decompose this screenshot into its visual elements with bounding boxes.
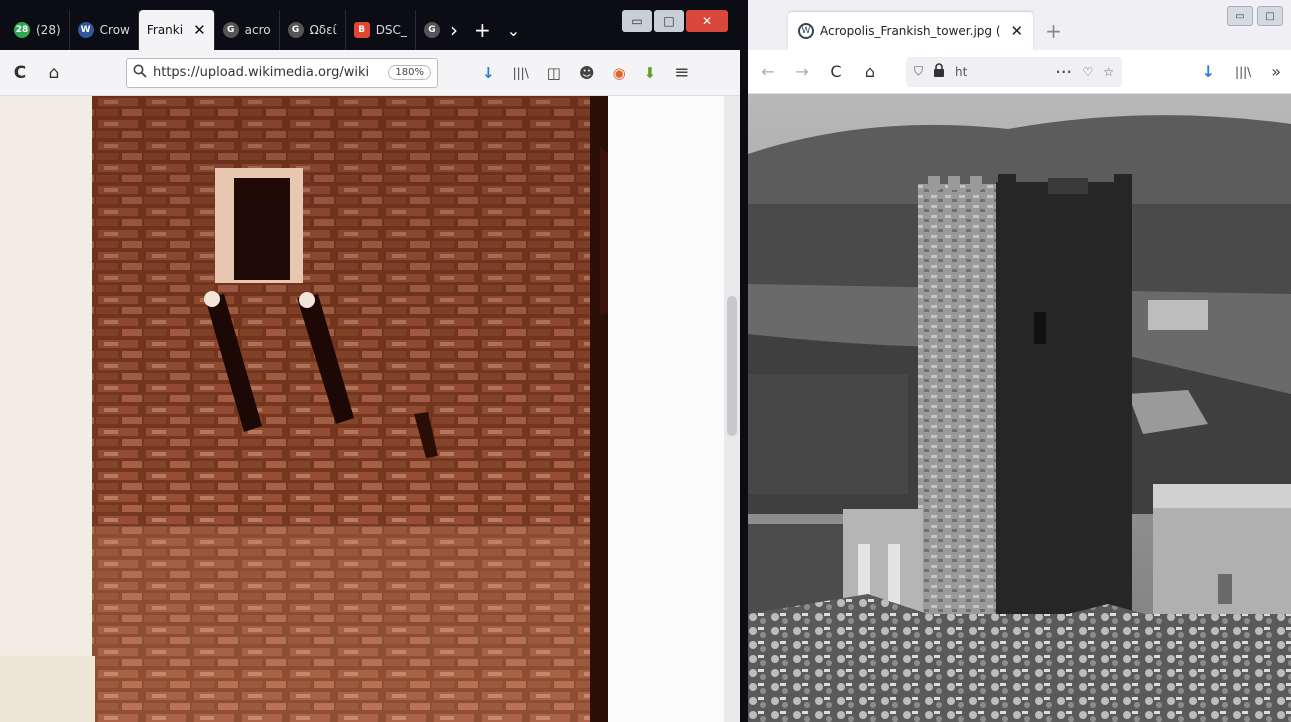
lock-icon — [933, 63, 945, 80]
tab-list-icon[interactable]: ⌄ — [499, 10, 528, 50]
screen: 28 (28) W Crow Franki ✕ G acro G Ωδεί B … — [0, 0, 1291, 722]
tracking-shield-icon[interactable]: ⛉ — [914, 64, 923, 79]
wikipedia-tab-icon: W — [77, 22, 94, 38]
sidebar-icon[interactable]: ◫ — [547, 64, 561, 82]
pocket-icon[interactable]: ♡ — [1082, 65, 1093, 79]
zoom-indicator[interactable]: 180% — [388, 65, 431, 80]
left-window-controls: ▭ □ ✕ — [622, 10, 728, 32]
tab-label: acro — [244, 23, 271, 37]
library-icon[interactable]: |||\ — [1235, 65, 1251, 79]
right-window-controls: ▭ □ — [1227, 6, 1283, 26]
url-text: ht — [955, 64, 968, 79]
tab-scroll-right-icon[interactable]: › — [442, 10, 466, 50]
bookmark-star-icon[interactable]: ☆ — [1103, 65, 1114, 79]
close-tab-icon[interactable]: ✕ — [1011, 22, 1024, 40]
bw-tower-image — [748, 94, 1291, 722]
reload-icon[interactable]: C — [826, 62, 846, 81]
tab-label: (28) — [36, 23, 61, 37]
new-tab-button[interactable]: + — [466, 10, 499, 50]
tab-label: Crow — [99, 23, 130, 37]
wikimedia-tab-icon: W — [798, 23, 814, 39]
right-nav-toolbar: ← → C ⌂ ⛉ ht ··· ♡ ☆ ↓ |||\ » — [748, 50, 1291, 94]
back-icon[interactable]: ← — [758, 62, 778, 81]
maximize-button[interactable]: □ — [1257, 6, 1283, 26]
close-window-button[interactable]: ✕ — [686, 10, 728, 32]
tab-acropolis-frankish-tower[interactable]: W Acropolis_Frankish_tower.jpg ( ✕ — [788, 12, 1034, 50]
tab-acropolis-search[interactable]: G acro — [215, 10, 280, 50]
google-tab-icon: G — [287, 22, 304, 38]
scrollbar-thumb[interactable] — [727, 296, 737, 436]
search-icon — [133, 64, 147, 82]
youtube-tab-icon: 28 — [14, 22, 30, 38]
left-toolbar-icons: ↓ |||\ ◫ ☻ ◉ ⬇ ≡ — [482, 62, 689, 83]
overflow-menu-icon[interactable]: » — [1271, 62, 1281, 81]
download-icon[interactable]: ↓ — [1202, 62, 1215, 81]
library-icon[interactable]: |||\ — [513, 66, 529, 80]
page-actions-icon[interactable]: ··· — [1056, 65, 1073, 79]
home-icon[interactable]: ⌂ — [860, 62, 880, 81]
tab-label: Franki — [146, 23, 184, 37]
google-tab-icon: G — [423, 22, 440, 38]
close-tab-icon[interactable]: ✕ — [193, 21, 206, 39]
home-icon[interactable]: ⌂ — [44, 63, 64, 83]
addon-green-download-icon[interactable]: ⬇ — [644, 64, 657, 82]
tab-youtube[interactable]: 28 (28) — [6, 10, 70, 50]
window-divider — [740, 0, 748, 722]
addon-orange-icon[interactable]: ◉ — [613, 64, 626, 82]
download-icon[interactable]: ↓ — [482, 64, 495, 82]
right-toolbar-icons: ↓ |||\ » — [1202, 62, 1281, 81]
sepia-tower-image — [0, 96, 740, 722]
right-tab-bar: W Acropolis_Frankish_tower.jpg ( ✕ + — [748, 0, 1291, 50]
google-tab-icon: G — [222, 22, 239, 38]
minimize-button[interactable]: ▭ — [1227, 6, 1253, 26]
url-text: https://upload.wikimedia.org/wiki — [153, 65, 370, 80]
left-scrollbar[interactable] — [724, 96, 740, 722]
url-bar[interactable]: ⛉ ht ··· ♡ ☆ — [906, 56, 1122, 87]
new-tab-button[interactable]: + — [1033, 12, 1074, 50]
left-nav-toolbar: C ⌂ https://upload.wikimedia.org/wiki 18… — [0, 50, 740, 96]
tab-crow[interactable]: W Crow — [70, 10, 139, 50]
right-browser-window: W Acropolis_Frankish_tower.jpg ( ✕ + ▭ □… — [748, 0, 1291, 722]
tab-overflow[interactable]: G — [416, 10, 442, 50]
blogger-tab-icon: B — [353, 22, 370, 38]
tab-dsc[interactable]: B DSC_ — [346, 10, 416, 50]
minimize-button[interactable]: ▭ — [622, 10, 652, 32]
tab-label: DSC_ — [375, 23, 407, 37]
url-bar[interactable]: https://upload.wikimedia.org/wiki 180% — [126, 57, 438, 88]
tab-frankish-active[interactable]: Franki ✕ — [138, 10, 215, 50]
account-icon[interactable]: ☻ — [579, 64, 595, 82]
forward-icon[interactable]: → — [792, 62, 812, 81]
reload-icon[interactable]: C — [10, 63, 30, 83]
tab-label: Acropolis_Frankish_tower.jpg ( — [820, 24, 1001, 38]
menu-update-icon[interactable]: ≡ — [674, 62, 689, 83]
zoomed-tower-photo — [0, 96, 740, 722]
left-browser-window: 28 (28) W Crow Franki ✕ G acro G Ωδεί B … — [0, 0, 740, 722]
acropolis-tower-photo — [748, 94, 1291, 722]
tab-label: Ωδεί — [309, 23, 337, 37]
maximize-button[interactable]: □ — [654, 10, 684, 32]
tab-odeion-search[interactable]: G Ωδεί — [280, 10, 346, 50]
